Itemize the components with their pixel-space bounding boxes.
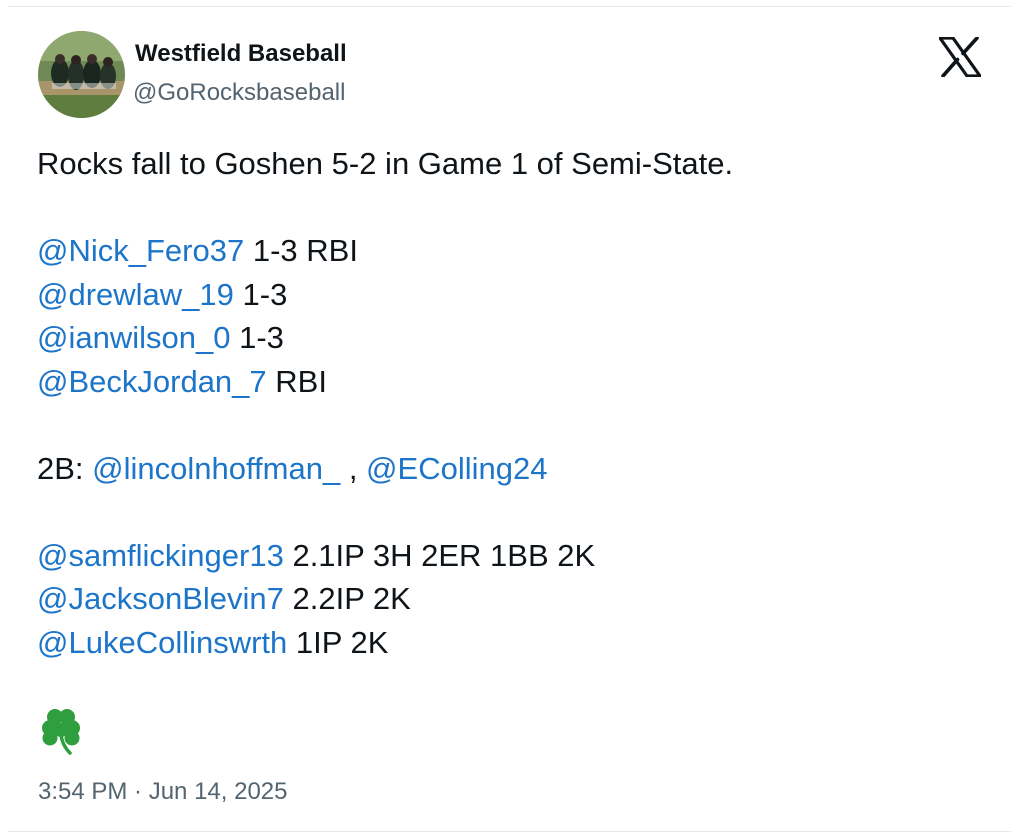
tweet-timestamp[interactable]: 3:54 PM · Jun 14, 2025 xyxy=(38,778,288,806)
tweet-text: Rocks fall to Goshen 5-2 in Game 1 of Se… xyxy=(37,142,977,664)
stat-text: 1-3 xyxy=(230,320,284,355)
doubles-separator: , xyxy=(340,450,367,486)
shamrock-icon xyxy=(38,707,84,755)
batting-line: @Nick_Fero37 1-3 RBI xyxy=(37,229,977,273)
mention-link[interactable]: @EColling24 xyxy=(366,451,547,486)
stat-text: 1-3 RBI xyxy=(244,233,358,268)
account-handle[interactable]: @GoRocksbaseball xyxy=(133,79,345,107)
avatar-photo xyxy=(38,31,125,118)
account-display-name[interactable]: Westfield Baseball xyxy=(135,40,347,68)
pitching-line: @JacksonBlevin7 2.2IP 2K xyxy=(37,577,977,621)
doubles-prefix: 2B: xyxy=(37,450,93,486)
pitching-line: @LukeCollinswrth 1IP 2K xyxy=(37,621,977,665)
batting-line: @ianwilson_0 1-3 xyxy=(37,316,977,360)
doubles-line: 2B: @lincolnhoffman_ , @EColling24 xyxy=(37,447,977,491)
x-logo-icon[interactable] xyxy=(938,36,982,78)
mention-link[interactable]: @JacksonBlevin7 xyxy=(37,581,284,616)
mention-link[interactable]: @lincolnhoffman_ xyxy=(92,451,340,486)
mention-link[interactable]: @samflickinger13 xyxy=(37,538,284,573)
batting-line: @drewlaw_19 1-3 xyxy=(37,273,977,317)
stat-text: 1IP 2K xyxy=(287,624,389,660)
mention-link[interactable]: @Nick_Fero37 xyxy=(37,233,244,268)
mention-link[interactable]: @LukeCollinswrth xyxy=(37,625,287,660)
mention-link[interactable]: @drewlaw_19 xyxy=(37,277,234,312)
stat-text: 1-3 xyxy=(233,276,288,312)
pitching-line: @samflickinger13 2.1IP 3H 2ER 1BB 2K xyxy=(37,534,977,578)
stat-text: 2.1IP 3H 2ER 1BB 2K xyxy=(283,537,596,573)
tweet-headline: Rocks fall to Goshen 5-2 in Game 1 of Se… xyxy=(37,146,734,181)
tweet-card: Westfield Baseball @GoRocksbaseball Rock… xyxy=(8,6,1011,832)
batting-line: @BeckJordan_7 RBI xyxy=(37,360,977,404)
mention-link[interactable]: @BeckJordan_7 xyxy=(37,364,267,399)
stat-text: RBI xyxy=(266,363,327,399)
mention-link[interactable]: @ianwilson_0 xyxy=(37,320,230,355)
profile-avatar[interactable] xyxy=(38,31,125,118)
stat-text: 2.2IP 2K xyxy=(283,581,411,616)
